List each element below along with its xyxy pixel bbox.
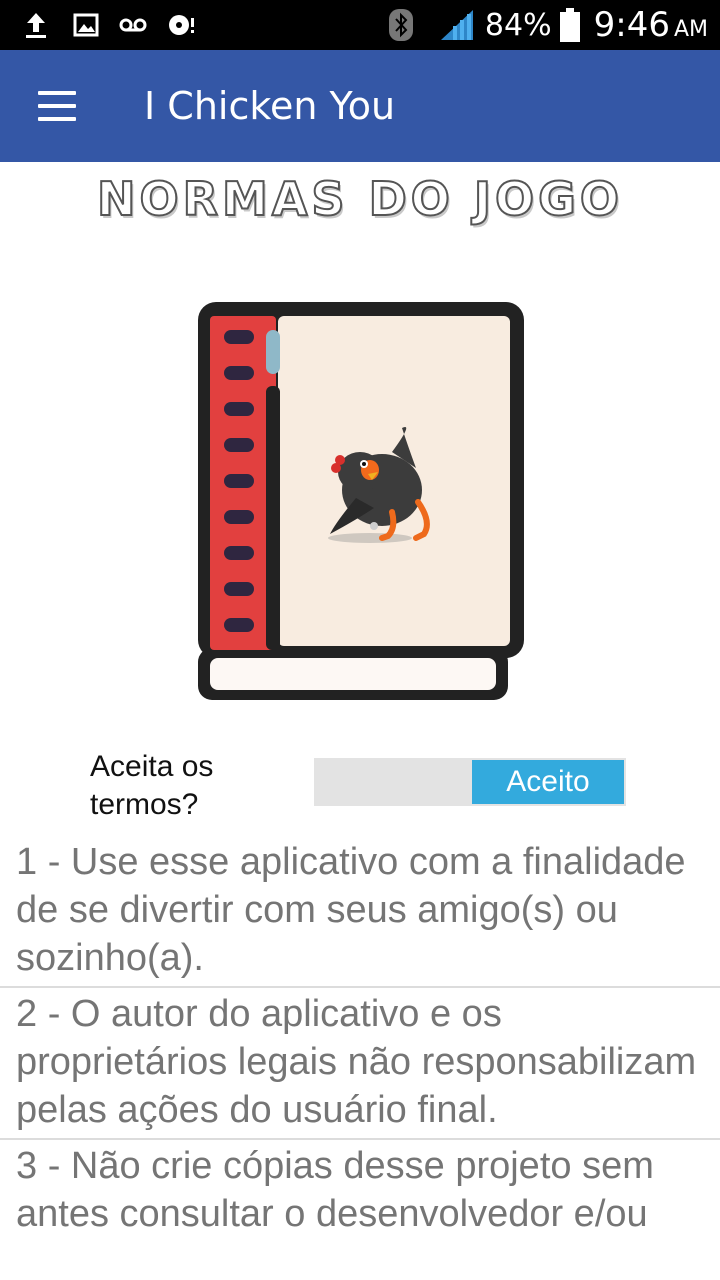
- menu-button[interactable]: [28, 80, 84, 132]
- accept-toggle-thumb[interactable]: Aceito: [472, 760, 624, 804]
- clock-ampm: AM: [673, 16, 708, 42]
- accept-terms-toggle[interactable]: Aceito: [314, 758, 626, 806]
- page-heading-text: NORMAS DO JOGO: [96, 171, 623, 227]
- battery-percent: 84%: [484, 7, 552, 43]
- terms-question: Aceita os termos?: [90, 750, 214, 821]
- menu-icon: [38, 91, 76, 95]
- rulebook-illustration: [198, 302, 524, 700]
- status-bar: 84% 9:46 AM: [0, 0, 720, 50]
- bluetooth-icon: [388, 9, 413, 41]
- app-title: I Chicken You: [144, 84, 396, 128]
- image-icon: [73, 13, 99, 37]
- voicemail-icon: [119, 18, 147, 32]
- upload-icon: [26, 13, 46, 38]
- media-icon: [169, 15, 194, 35]
- status-right: 84% 9:46 AM: [388, 0, 708, 50]
- rules-list: 1 - Use esse aplicativo com a finalidade…: [0, 836, 720, 1242]
- page-heading: NORMAS DO JOGO: [0, 171, 720, 227]
- battery-icon: [559, 8, 580, 42]
- menu-icon-bar: [38, 117, 76, 121]
- rule-item-1: 1 - Use esse aplicativo com a finalidade…: [0, 836, 720, 988]
- rule-item-3: 3 - Não crie cópias desse projeto sem an…: [16, 1145, 654, 1235]
- signal-icon: [440, 10, 473, 40]
- clock: 9:46: [593, 5, 670, 45]
- app-bar: I Chicken You: [0, 50, 720, 162]
- rule-item-2: 2 - O autor do aplicativo e os proprietá…: [0, 988, 720, 1140]
- menu-icon-bar: [38, 104, 76, 108]
